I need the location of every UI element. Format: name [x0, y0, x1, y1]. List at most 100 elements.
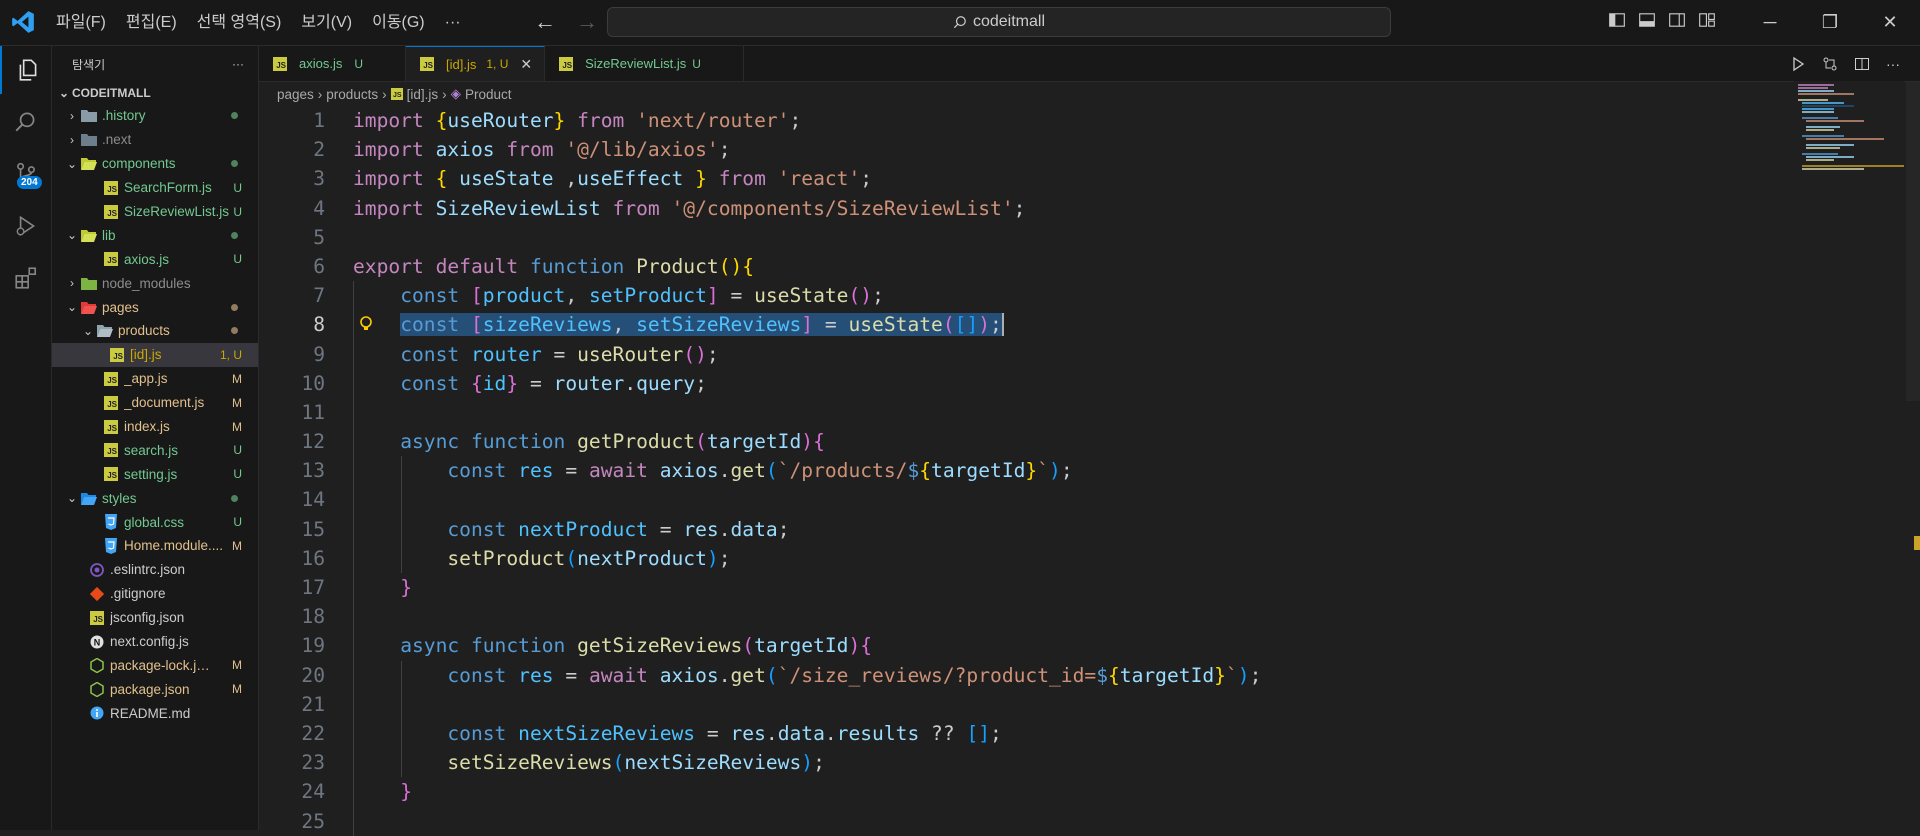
command-center-search[interactable]: codeitmall [607, 7, 1391, 37]
tab-axios[interactable]: JS axios.js U [259, 46, 407, 81]
tree-file-app[interactable]: JS _app.js M [52, 367, 258, 391]
tree-file-jsconfig[interactable]: JS jsconfig.json [52, 606, 258, 630]
menu-selection[interactable]: 선택 영역(S) [187, 8, 292, 38]
code-line: 19 async function getSizeReviews(targetI… [259, 631, 1899, 661]
run-debug-icon[interactable] [0, 202, 51, 250]
code-line: 1 import {useRouter} from 'next/router'; [259, 106, 1899, 135]
menu-go[interactable]: 이동(G) [362, 8, 435, 38]
folder-open-icon [80, 156, 98, 172]
chevron-down-icon: ⌄ [82, 323, 94, 338]
minimize-button[interactable]: ─ [1740, 0, 1800, 45]
compare-changes-icon[interactable] [1822, 56, 1838, 72]
split-editor-icon[interactable] [1854, 56, 1870, 72]
toggle-panel-icon[interactable] [1638, 11, 1656, 29]
tree-file-sizereviewlist[interactable]: JS SizeReviewList.js U [52, 200, 258, 224]
vscode-logo-icon [12, 11, 34, 33]
tree-file-package-json[interactable]: package.json M [52, 677, 258, 701]
explorer-more-icon[interactable]: ··· [232, 57, 244, 71]
back-arrow-icon[interactable]: ← [530, 8, 560, 36]
minimap[interactable] [1794, 81, 1904, 201]
toggle-primary-sidebar-icon[interactable] [1608, 11, 1626, 29]
tree-file-package-lock[interactable]: package-lock.js... M [52, 653, 258, 677]
tree-file-readme[interactable]: README.md [52, 701, 258, 725]
toggle-secondary-sidebar-icon[interactable] [1668, 11, 1686, 29]
js-file-icon: JS [102, 419, 120, 435]
run-icon[interactable] [1790, 56, 1806, 72]
tree-label: Home.module.... [124, 538, 224, 554]
tree-folder-components[interactable]: ⌄ components [52, 152, 258, 176]
breadcrumb-item[interactable]: pages [277, 87, 314, 102]
js-file-icon: JS [102, 180, 120, 196]
explorer-icon[interactable] [0, 46, 53, 94]
menu-view[interactable]: 보기(V) [291, 8, 362, 38]
close-window-button[interactable]: ✕ [1860, 0, 1920, 45]
breadcrumb-item[interactable]: [id].js [407, 87, 439, 102]
forward-arrow-icon[interactable]: → [572, 8, 602, 36]
line-number: 12 [301, 430, 325, 454]
tree-file-next-config[interactable]: N next.config.js [52, 630, 258, 654]
line-number: 1 [313, 109, 325, 132]
tab-status: U [354, 56, 364, 71]
chevron-down-icon: ⌄ [66, 300, 78, 315]
source-control-icon[interactable] [0, 150, 51, 198]
search-view-icon[interactable] [0, 98, 51, 146]
code-line: 22 const nextSizeReviews = res.data.resu… [259, 718, 1899, 749]
menu-file[interactable]: 파일(F) [46, 8, 116, 38]
tab-label: axios.js [299, 56, 343, 71]
tree-file-axios[interactable]: JS axios.js U [52, 247, 258, 271]
tree-folder-history[interactable]: › .history [52, 104, 258, 128]
tree-folder-products[interactable]: ⌄ products [52, 319, 258, 343]
tree-file-eslintrc[interactable]: .eslintrc.json [52, 558, 258, 582]
chevron-right-icon: › [317, 86, 323, 102]
tree-file-setting[interactable]: JS setting.js U [52, 462, 258, 486]
more-actions-icon[interactable]: ··· [1886, 56, 1900, 72]
workspace-root[interactable]: ⌄ CODEITMALL [52, 82, 258, 104]
code-line: 18 [259, 602, 1899, 632]
tree-folder-next[interactable]: › .next [52, 128, 258, 152]
line-number: 21 [301, 692, 325, 716]
explorer-sidebar: 탐색기 ··· ⌄ CODEITMALL › .history › .next … [52, 46, 259, 830]
code-line: 14 [259, 485, 1899, 515]
tree-label: node_modules [102, 275, 191, 291]
tree-folder-lib[interactable]: ⌄ lib [52, 223, 258, 247]
close-icon[interactable]: ✕ [520, 56, 532, 73]
extensions-icon[interactable] [0, 254, 51, 302]
tree-file-search[interactable]: JS search.js U [52, 438, 258, 462]
git-status: M [232, 658, 242, 673]
tree-file-document[interactable]: JS _document.js M [52, 391, 258, 415]
js-file-icon: JS [271, 56, 289, 72]
tree-file-global-css[interactable]: global.css U [52, 510, 258, 534]
tree-file-home-module[interactable]: Home.module.... M [52, 534, 258, 558]
code-view[interactable]: 1 import {useRouter} from 'next/router'; … [259, 106, 1899, 836]
tree-file-id[interactable]: JS [id].js 1, U [52, 342, 258, 367]
node-icon [88, 681, 106, 697]
restore-button[interactable]: ❐ [1800, 0, 1860, 45]
breadcrumb-item[interactable]: products [326, 87, 378, 102]
folder-open-icon [96, 323, 114, 339]
chevron-down-icon: ⌄ [66, 156, 78, 171]
tree-folder-pages[interactable]: ⌄ pages [52, 295, 258, 319]
tree-folder-node-modules[interactable]: › node_modules [52, 271, 258, 295]
vertical-scrollbar[interactable] [1906, 81, 1920, 401]
customize-layout-icon[interactable] [1698, 11, 1716, 29]
code-line: 11 [259, 397, 1899, 428]
menu-more[interactable]: ··· [435, 8, 471, 38]
line-number: 2 [313, 138, 325, 162]
breadcrumb-item[interactable]: Product [465, 87, 512, 102]
tree-file-index[interactable]: JS index.js M [52, 415, 258, 439]
tree-folder-styles[interactable]: ⌄ styles [52, 486, 258, 510]
line-number: 14 [301, 488, 325, 512]
tree-file-gitignore[interactable]: .gitignore [52, 582, 258, 606]
code-line: 12 async function getProduct(targetId){ [259, 427, 1899, 457]
menu-edit[interactable]: 편집(E) [116, 8, 187, 38]
explorer-header: 탐색기 ··· [52, 46, 258, 82]
scrollbar-marker [1914, 536, 1920, 550]
tab-sizereviewlist[interactable]: JS SizeReviewList.js U [545, 46, 744, 81]
breadcrumb: pages › products › JS [id].js › ◈ Produc… [259, 82, 1920, 106]
tab-id[interactable]: JS [id].js 1, U ✕ [406, 46, 546, 81]
folder-open-icon [80, 227, 98, 243]
line-number: 4 [313, 196, 325, 220]
tree-label: README.md [110, 705, 191, 721]
tree-file-searchform[interactable]: JS SearchForm.js U [52, 176, 258, 200]
code-line: 21 [259, 689, 1899, 719]
